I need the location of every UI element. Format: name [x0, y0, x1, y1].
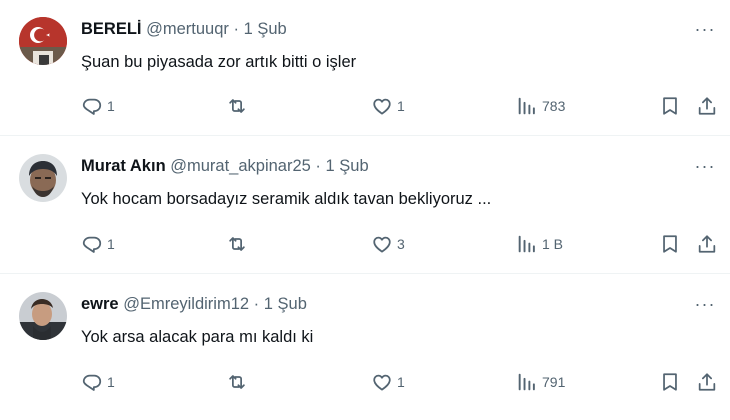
share-button[interactable] [696, 95, 718, 117]
more-icon[interactable]: ··· [694, 293, 716, 315]
tweet[interactable]: Murat Akın @murat_akpinar25 · 1 Şub ··· … [0, 137, 730, 274]
reply-count: 1 [107, 98, 115, 114]
retweet-button[interactable] [226, 371, 252, 393]
user-handle[interactable]: @Emreyildirim12 [123, 295, 249, 313]
views-icon [518, 235, 535, 253]
reply-icon [82, 374, 102, 391]
display-name[interactable]: BERELİ [81, 20, 142, 38]
bookmark-icon [663, 235, 677, 253]
avatar-image [19, 17, 67, 65]
tweet[interactable]: ewre @Emreyildirim12 · 1 Şub ··· Yok ars… [0, 275, 730, 420]
tweet-text: Yok hocam borsadayız seramik aldık tavan… [81, 190, 492, 208]
display-name[interactable]: Murat Akın [81, 157, 166, 175]
view-count: 791 [542, 374, 566, 390]
avatar-image [19, 292, 67, 340]
views-icon [518, 373, 535, 391]
bookmark-button[interactable] [659, 95, 681, 117]
share-button[interactable] [696, 233, 718, 255]
avatar-image [19, 154, 67, 202]
view-count: 1 B [542, 236, 564, 252]
like-count: 1 [397, 374, 405, 390]
views-button[interactable]: 791 [516, 371, 565, 393]
bookmark-button[interactable] [659, 371, 681, 393]
avatar[interactable] [19, 154, 67, 202]
like-button[interactable]: 3 [371, 233, 405, 255]
bookmark-button[interactable] [659, 233, 681, 255]
tweet-text: Şuan bu piyasada zor artık bitti o işler [81, 53, 357, 71]
heart-icon [373, 236, 391, 253]
reply-count: 1 [107, 374, 115, 390]
like-button[interactable]: 1 [371, 95, 405, 117]
share-button[interactable] [696, 371, 718, 393]
more-icon[interactable]: ··· [694, 155, 716, 177]
views-icon [518, 97, 535, 115]
share-icon [698, 97, 716, 115]
separator-dot: · [233, 20, 239, 38]
reply-button[interactable]: 1 [81, 95, 115, 117]
user-handle[interactable]: @mertuuqr [146, 20, 229, 38]
retweet-button[interactable] [226, 233, 252, 255]
reply-icon [82, 98, 102, 115]
bookmark-icon [663, 97, 677, 115]
reply-button[interactable]: 1 [81, 233, 115, 255]
share-icon [698, 235, 716, 253]
heart-icon [373, 374, 391, 391]
tweet-text: Yok arsa alacak para mı kaldı ki [81, 328, 314, 346]
user-handle[interactable]: @murat_akpinar25 [170, 157, 311, 175]
like-button[interactable]: 1 [371, 371, 405, 393]
share-icon [698, 373, 716, 391]
tweet-header: BERELİ @mertuuqr · 1 Şub [81, 17, 287, 41]
avatar[interactable] [19, 292, 67, 340]
reply-icon [82, 236, 102, 253]
timestamp[interactable]: 1 Şub [326, 157, 369, 175]
reply-button[interactable]: 1 [81, 371, 115, 393]
separator-dot: · [253, 295, 260, 313]
bookmark-icon [663, 373, 677, 391]
avatar[interactable] [19, 17, 67, 65]
retweet-icon [229, 99, 245, 113]
views-button[interactable]: 783 [516, 95, 565, 117]
tweet[interactable]: BERELİ @mertuuqr · 1 Şub ··· Şuan bu piy… [0, 0, 730, 136]
tweet-header: Murat Akın @murat_akpinar25 · 1 Şub [81, 154, 369, 178]
like-count: 3 [397, 236, 405, 252]
like-count: 1 [397, 98, 405, 114]
retweet-icon [229, 237, 245, 251]
view-count: 783 [542, 98, 566, 114]
retweet-icon [229, 375, 245, 389]
separator-dot: · [315, 157, 321, 175]
reply-count: 1 [107, 236, 115, 252]
tweet-header: ewre @Emreyildirim12 · 1 Şub [81, 292, 307, 316]
timestamp[interactable]: 1 Şub [264, 295, 307, 313]
more-icon[interactable]: ··· [694, 18, 716, 40]
replies-feed: BERELİ @mertuuqr · 1 Şub ··· Şuan bu piy… [0, 0, 730, 420]
heart-icon [373, 98, 391, 115]
display-name[interactable]: ewre [81, 295, 119, 313]
views-button[interactable]: 1 B [516, 233, 563, 255]
retweet-button[interactable] [226, 95, 252, 117]
timestamp[interactable]: 1 Şub [244, 20, 287, 38]
